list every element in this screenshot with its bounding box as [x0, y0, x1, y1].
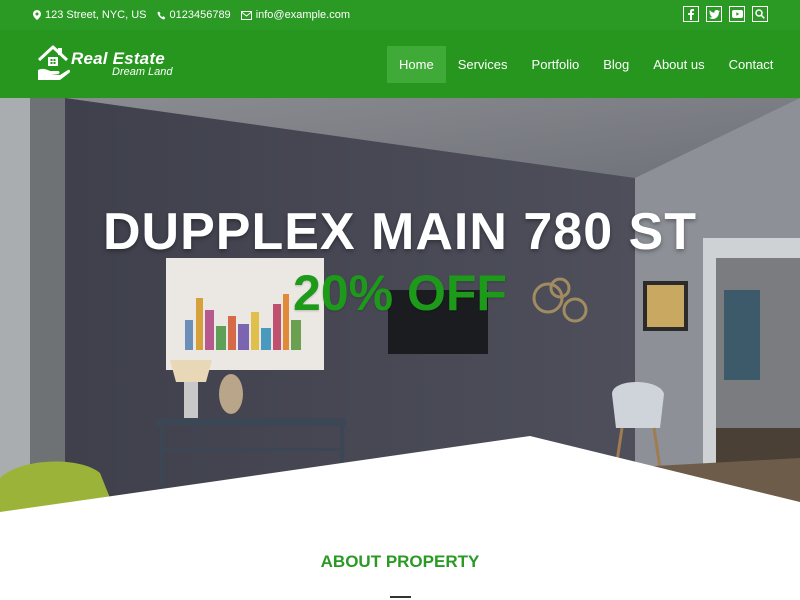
envelope-icon: [240, 10, 252, 20]
section-divider: [390, 596, 411, 598]
nav-item-services[interactable]: Services: [446, 46, 520, 83]
hero-title: DUPPLEX MAIN 780 ST: [102, 203, 698, 261]
contact-info: 123 Street, NYC, US 0123456789 info@exam…: [33, 9, 360, 21]
nav-item-contact[interactable]: Contact: [717, 46, 786, 83]
hero-banner: DUPPLEX MAIN 780 ST 20% OFF: [0, 98, 800, 514]
top-bar: 123 Street, NYC, US 0123456789 info@exam…: [0, 0, 800, 30]
nav-item-portfolio[interactable]: Portfolio: [520, 46, 592, 83]
nav-item-blog[interactable]: Blog: [591, 46, 641, 83]
map-marker-icon: [33, 10, 41, 20]
navbar: Real Estate Dream Land Home Services Por…: [0, 30, 800, 98]
facebook-link[interactable]: [683, 6, 699, 22]
house-hand-icon: [37, 45, 70, 80]
address-item: 123 Street, NYC, US: [33, 9, 147, 21]
search-icon: [755, 9, 765, 19]
facebook-icon: [688, 8, 694, 20]
email-item: info@example.com: [240, 9, 351, 21]
twitter-icon: [708, 9, 720, 19]
logo[interactable]: Real Estate Dream Land: [36, 44, 196, 84]
youtube-icon: [731, 10, 743, 18]
social-links: [676, 6, 768, 22]
hero-offer: 20% OFF: [293, 265, 507, 321]
email-text: info@example.com: [255, 9, 351, 21]
main-nav: Home Services Portfolio Blog About us Co…: [387, 46, 785, 83]
phone-item: 0123456789: [156, 9, 231, 21]
nav-item-home[interactable]: Home: [387, 46, 446, 83]
youtube-link[interactable]: [729, 6, 745, 22]
nav-item-about-us[interactable]: About us: [641, 46, 716, 83]
address-text: 123 Street, NYC, US: [45, 9, 147, 21]
about-title: ABOUT PROPERTY: [320, 552, 480, 571]
phone-text: 0123456789: [169, 9, 231, 21]
phone-icon: [156, 10, 165, 20]
twitter-link[interactable]: [706, 6, 722, 22]
logo-subtitle: Dream Land: [112, 66, 173, 78]
search-button[interactable]: [752, 6, 768, 22]
